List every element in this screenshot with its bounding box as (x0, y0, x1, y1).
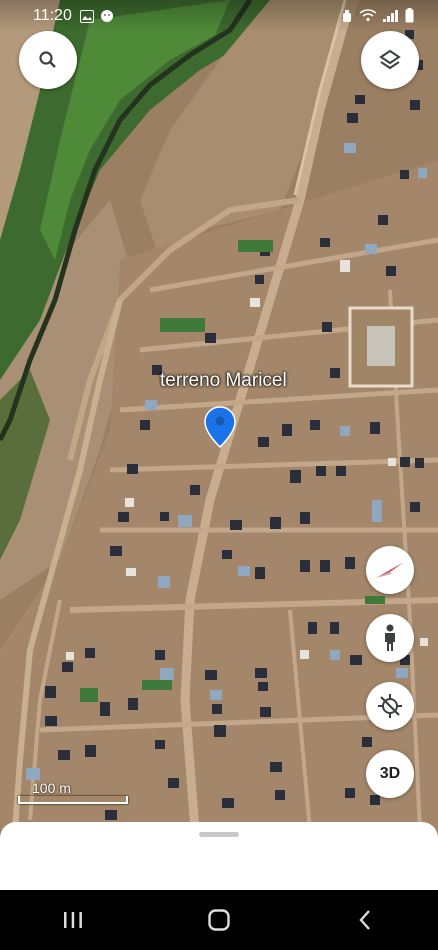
compass-button[interactable] (366, 546, 414, 594)
scale-bar (18, 796, 128, 804)
layers-button[interactable] (361, 31, 419, 89)
street-view-button[interactable] (366, 614, 414, 662)
battery-icon (405, 8, 414, 23)
sheet-drag-handle[interactable] (199, 832, 239, 837)
back-button[interactable] (335, 900, 395, 940)
status-bar: 11:20 (0, 0, 438, 32)
search-icon (39, 51, 56, 68)
alarm-icon (343, 9, 351, 22)
my-location-button[interactable] (366, 682, 414, 730)
3d-label: 3D (379, 765, 401, 782)
android-icon (100, 10, 113, 22)
recent-apps-icon (64, 912, 82, 928)
home-button[interactable] (189, 900, 249, 940)
recent-apps-button[interactable] (43, 900, 103, 940)
pegman-icon (385, 624, 395, 651)
search-button[interactable] (19, 31, 77, 89)
location-pin-icon[interactable] (204, 406, 236, 448)
map-view[interactable]: 11:20 terreno Maricel 3D 100 m (0, 0, 438, 890)
bottom-sheet[interactable] (0, 822, 438, 890)
location-off-icon (378, 694, 402, 718)
back-icon (359, 910, 370, 930)
status-time: 11:20 (33, 7, 72, 24)
3d-button[interactable]: 3D (366, 750, 414, 798)
compass-icon (376, 562, 404, 578)
gallery-icon (79, 9, 94, 23)
scale-label: 100 m (32, 780, 71, 796)
place-label[interactable]: terreno Maricel (160, 370, 287, 392)
wifi-icon (359, 9, 377, 22)
layers-icon (379, 49, 401, 70)
signal-icon (383, 9, 398, 22)
system-nav-bar (0, 890, 438, 950)
home-icon (208, 909, 230, 931)
